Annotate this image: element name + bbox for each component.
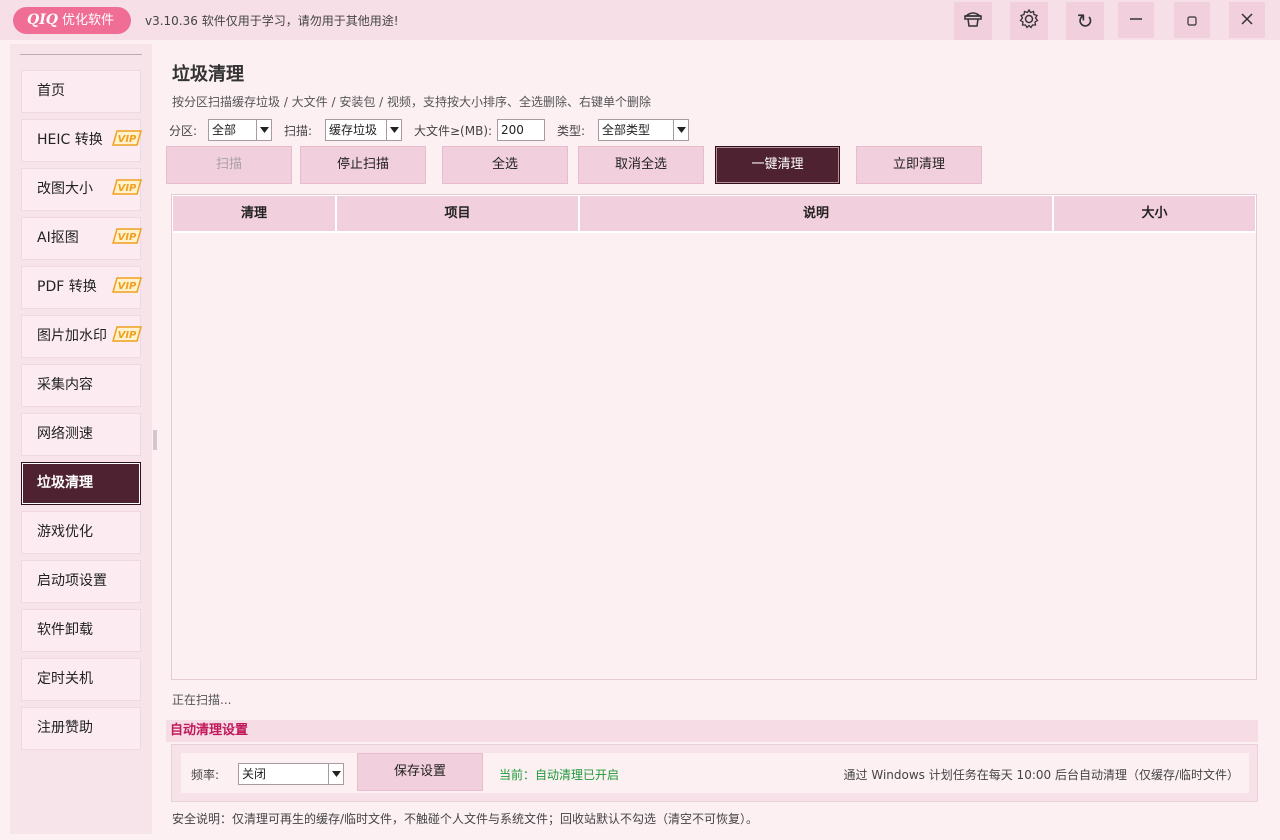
sidebar-item-uninstall[interactable]: 软件卸载: [21, 609, 141, 652]
clean-now-button[interactable]: 立即清理: [856, 146, 982, 184]
sidebar-item-label: 游戏优化: [37, 524, 93, 540]
sidebar-item-startup[interactable]: 启动项设置: [21, 560, 141, 603]
one-click-clean-button[interactable]: 一键清理: [715, 146, 840, 184]
auto-clean-panel: 频率: 关闭 保存设置 当前：自动清理已开启 通过 Windows 计划任务在每…: [171, 744, 1258, 802]
vip-badge-icon: VIP: [112, 277, 142, 293]
chevron-down-icon: [673, 120, 688, 140]
sidebar: 首页 HEIC 转换 VIP 改图大小 VIP AI抠图 VIP PDF 转换 …: [10, 44, 152, 834]
scan-button[interactable]: 扫描: [166, 146, 292, 184]
sidebar-item-pdf[interactable]: PDF 转换 VIP: [21, 266, 142, 309]
sidebar-item-label: 图片加水印: [37, 328, 107, 344]
sidebar-item-collect[interactable]: 采集内容: [21, 364, 141, 407]
svg-text:VIP: VIP: [118, 281, 137, 292]
select-all-button[interactable]: 全选: [442, 146, 568, 184]
partition-select[interactable]: 全部: [208, 119, 272, 141]
title-bar: QIQ 优化软件 v3.10.36 软件仅用于学习，请勿用于其他用途! ↻: [0, 0, 1280, 40]
auto-clean-current-status: 当前：自动清理已开启: [499, 768, 620, 782]
maximize-button[interactable]: [1174, 2, 1210, 38]
sidebar-item-resize[interactable]: 改图大小 VIP: [21, 168, 142, 211]
svg-text:VIP: VIP: [118, 232, 137, 243]
sidebar-item-label: 注册赞助: [37, 720, 93, 736]
logo-brand: QIQ: [27, 12, 58, 28]
sidebar-item-label: 网络测速: [37, 426, 93, 442]
scan-type-value: 缓存垃圾: [329, 123, 378, 137]
results-table[interactable]: 清理 项目 说明 大小: [171, 194, 1257, 680]
svg-text:VIP: VIP: [118, 183, 137, 194]
frequency-label: 频率:: [191, 768, 220, 782]
column-header-description[interactable]: 说明: [579, 195, 1053, 233]
chevron-down-icon: [256, 120, 271, 140]
svg-text:VIP: VIP: [118, 134, 137, 145]
logo-text: 优化软件: [61, 13, 114, 28]
sidebar-item-label: HEIC 转换: [37, 132, 103, 148]
version-text: v3.10.36 软件仅用于学习，请勿用于其他用途!: [145, 14, 399, 28]
auto-clean-inner: 频率: 关闭 保存设置 当前：自动清理已开启 通过 Windows 计划任务在每…: [181, 753, 1249, 793]
sidebar-item-label: 改图大小: [37, 181, 93, 197]
sidebar-splitter-handle[interactable]: [153, 430, 157, 450]
sidebar-item-label: 垃圾清理: [37, 475, 93, 491]
table-header: 清理 项目 说明 大小: [172, 195, 1256, 233]
scan-type-select[interactable]: 缓存垃圾: [325, 119, 402, 141]
chevron-down-icon: [386, 120, 401, 140]
sidebar-item-junk-clean[interactable]: 垃圾清理: [21, 462, 141, 505]
stop-scan-button[interactable]: 停止扫描: [300, 146, 426, 184]
sidebar-item-home[interactable]: 首页: [21, 70, 141, 113]
maximize-icon: [1187, 11, 1197, 30]
sidebar-item-label: AI抠图: [37, 230, 79, 246]
sidebar-item-label: 启动项设置: [37, 573, 107, 589]
svg-text:VIP: VIP: [118, 330, 137, 341]
scan-status-text: 正在扫描...: [172, 693, 232, 707]
sidebar-item-label: 定时关机: [37, 671, 93, 687]
page-title: 垃圾清理: [172, 64, 244, 85]
sidebar-item-heic[interactable]: HEIC 转换 VIP: [21, 119, 142, 162]
sidebar-item-label: 采集内容: [37, 377, 93, 393]
chevron-down-icon: [328, 764, 343, 784]
sidebar-item-label: 首页: [37, 83, 65, 99]
sidebar-item-label: PDF 转换: [37, 279, 97, 295]
file-type-label: 类型:: [557, 124, 586, 138]
frequency-select[interactable]: 关闭: [238, 763, 344, 785]
gear-icon: [1018, 8, 1040, 34]
deselect-all-button[interactable]: 取消全选: [578, 146, 704, 184]
scan-type-label: 扫描:: [284, 124, 313, 138]
refresh-button[interactable]: ↻: [1066, 2, 1104, 40]
column-header-item[interactable]: 项目: [336, 195, 579, 233]
sidebar-divider: [20, 54, 142, 55]
vip-badge-icon: VIP: [112, 326, 142, 342]
save-settings-button[interactable]: 保存设置: [357, 753, 483, 791]
minimize-icon: [1129, 11, 1143, 30]
sidebar-item-sponsor[interactable]: 注册赞助: [21, 707, 141, 750]
hat-button[interactable]: [954, 2, 992, 40]
vip-badge-icon: VIP: [112, 228, 142, 244]
frequency-value: 关闭: [242, 767, 267, 781]
sidebar-item-label: 软件卸载: [37, 622, 93, 638]
column-header-clean[interactable]: 清理: [172, 195, 336, 233]
column-header-size[interactable]: 大小: [1053, 195, 1256, 233]
vip-badge-icon: VIP: [112, 130, 142, 146]
refresh-icon: ↻: [1076, 9, 1094, 33]
safety-note: 安全说明：仅清理可再生的缓存/临时文件，不触碰个人文件与系统文件；回收站默认不勾…: [172, 812, 759, 826]
partition-label: 分区:: [169, 124, 198, 138]
sidebar-item-ai-matting[interactable]: AI抠图 VIP: [21, 217, 142, 260]
sidebar-item-watermark[interactable]: 图片加水印 VIP: [21, 315, 142, 358]
settings-button[interactable]: [1010, 2, 1048, 40]
vip-badge-icon: VIP: [112, 179, 142, 195]
close-icon: [1240, 11, 1254, 30]
partition-value: 全部: [212, 123, 237, 137]
sidebar-item-game-boost[interactable]: 游戏优化: [21, 511, 141, 554]
page-description: 按分区扫描缓存垃圾 / 大文件 / 安装包 / 视频，支持按大小排序、全选删除、…: [172, 95, 652, 109]
auto-clean-heading: 自动清理设置: [166, 720, 1258, 742]
sidebar-item-speedtest[interactable]: 网络测速: [21, 413, 141, 456]
hat-icon: [963, 10, 983, 32]
bigfile-size-input[interactable]: 200: [497, 119, 545, 141]
app-logo: QIQ 优化软件: [13, 7, 131, 34]
file-type-value: 全部类型: [602, 123, 651, 137]
sidebar-item-shutdown-timer[interactable]: 定时关机: [21, 658, 141, 701]
bigfile-label: 大文件≥(MB):: [414, 124, 493, 138]
close-button[interactable]: [1229, 2, 1265, 38]
auto-clean-schedule-text: 通过 Windows 计划任务在每天 10:00 后台自动清理（仅缓存/临时文件…: [843, 768, 1239, 782]
file-type-select[interactable]: 全部类型: [598, 119, 689, 141]
minimize-button[interactable]: [1118, 2, 1154, 38]
